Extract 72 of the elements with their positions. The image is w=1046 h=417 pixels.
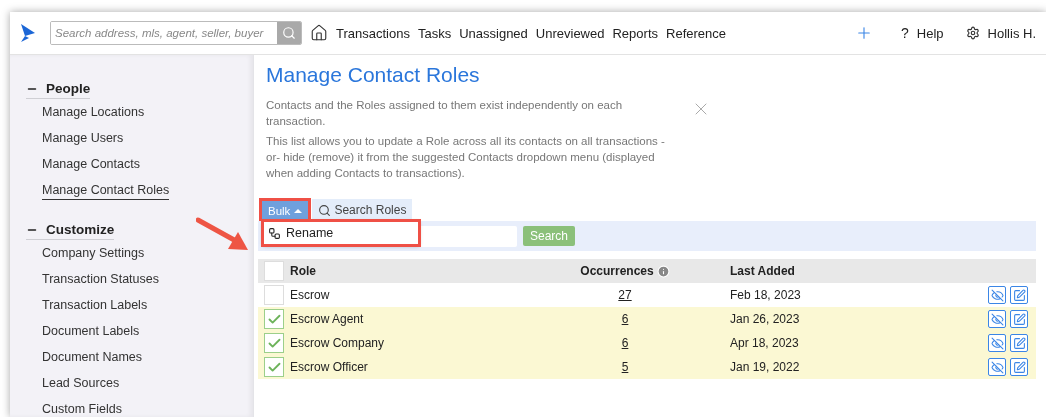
checkbox[interactable]: [264, 333, 284, 353]
nav-link[interactable]: Unreviewed: [535, 25, 605, 41]
sidebar-item[interactable]: Manage Contact Roles: [42, 182, 170, 200]
column-header: Role: [290, 264, 317, 278]
edit-icon: [1012, 336, 1026, 350]
hide-button[interactable]: [988, 334, 1006, 352]
edit-button[interactable]: [1010, 310, 1028, 328]
table-cell-text: Escrow Agent: [290, 312, 365, 326]
column-header: Occurrences: [580, 264, 654, 278]
edit-button[interactable]: [1010, 286, 1028, 304]
nav-link[interactable]: Reports: [612, 25, 658, 41]
table-cell-text: Jan 19, 2022: [730, 360, 801, 374]
table-cell-text: Escrow Officer: [290, 360, 369, 374]
page-title: Manage Contact Roles: [266, 63, 481, 87]
sidebar-item[interactable]: Document Names: [42, 349, 143, 367]
table-cell-text: Escrow Company: [290, 336, 386, 350]
nav-link[interactable]: Reference: [666, 25, 726, 41]
help-link[interactable]: Help: [916, 25, 944, 41]
search-icon: [282, 26, 296, 40]
sidebar-item[interactable]: Manage Locations: [42, 104, 145, 122]
edit-button[interactable]: [1010, 334, 1028, 352]
annotation-arrow: [196, 217, 250, 253]
search-icon: [318, 203, 332, 217]
occurrences-link[interactable]: 6: [520, 312, 730, 326]
checkbox[interactable]: [264, 357, 284, 377]
info-icon[interactable]: [656, 264, 670, 278]
checkbox[interactable]: [264, 261, 284, 281]
sidebar-item[interactable]: Company Settings: [42, 245, 145, 263]
settings-icon[interactable]: [965, 26, 980, 40]
hide-button[interactable]: [988, 358, 1006, 376]
sidebar-item[interactable]: Manage Users: [42, 130, 124, 148]
section-title[interactable]: Customize: [46, 222, 115, 237]
table-cell-text: Feb 18, 2023: [730, 288, 802, 302]
home-icon[interactable]: [310, 24, 328, 42]
help-icon[interactable]: ?: [901, 25, 909, 41]
search-tab[interactable]: Search Roles: [312, 199, 413, 221]
column-header: Last Added: [730, 264, 796, 278]
occurrences-link[interactable]: 6: [520, 336, 730, 350]
search-button[interactable]: [277, 22, 301, 44]
nav-link[interactable]: Tasks: [417, 25, 452, 41]
section-title[interactable]: People: [46, 81, 91, 96]
nav-link[interactable]: Unassigned: [459, 25, 528, 41]
table-cell-text: Jan 26, 2023: [730, 312, 801, 326]
nav-link[interactable]: Transactions: [336, 25, 410, 41]
eye-off-icon: [990, 288, 1004, 302]
user-menu[interactable]: Hollis H.: [987, 25, 1036, 41]
flowchart-icon: [268, 226, 281, 240]
sidebar-item[interactable]: Transaction Statuses: [42, 271, 159, 289]
occurrences-link[interactable]: 5: [520, 360, 730, 374]
sidebar-item[interactable]: Transaction Labels: [42, 297, 148, 315]
sidebar-item[interactable]: Lead Sources: [42, 375, 120, 393]
info-text: Contacts and the Roles assigned to them exist independently on each transaction.: [266, 98, 624, 129]
edit-icon: [1012, 312, 1026, 326]
hide-button[interactable]: [988, 310, 1006, 328]
edit-icon: [1012, 288, 1026, 302]
edit-button[interactable]: [1010, 358, 1028, 376]
info-text: This list allows you to update a Role across all its contacts on all transactions -or- hide (remove) it from the suggested Contacts dropdown menu (displayed when adding Contacts to transactions).: [266, 134, 666, 181]
search-field[interactable]: Search address, mls, agent, seller, buyer: [50, 21, 302, 45]
edit-icon: [1012, 360, 1026, 374]
sidebar-item[interactable]: Custom Fields: [42, 401, 122, 417]
menu-item[interactable]: Rename: [263, 221, 419, 245]
eye-off-icon: [990, 336, 1004, 350]
hide-button[interactable]: [988, 286, 1006, 304]
sidebar-item[interactable]: Manage Contacts: [42, 156, 140, 174]
checkbox[interactable]: [264, 285, 284, 305]
eye-off-icon: [990, 360, 1004, 374]
occurrences-link[interactable]: 27: [520, 288, 730, 302]
sidebar-item[interactable]: Document Labels: [42, 323, 140, 341]
checkbox[interactable]: [264, 309, 284, 329]
table-cell-text: Escrow: [290, 288, 331, 302]
eye-off-icon: [990, 312, 1004, 326]
table-cell-text: Apr 18, 2023: [730, 336, 800, 350]
